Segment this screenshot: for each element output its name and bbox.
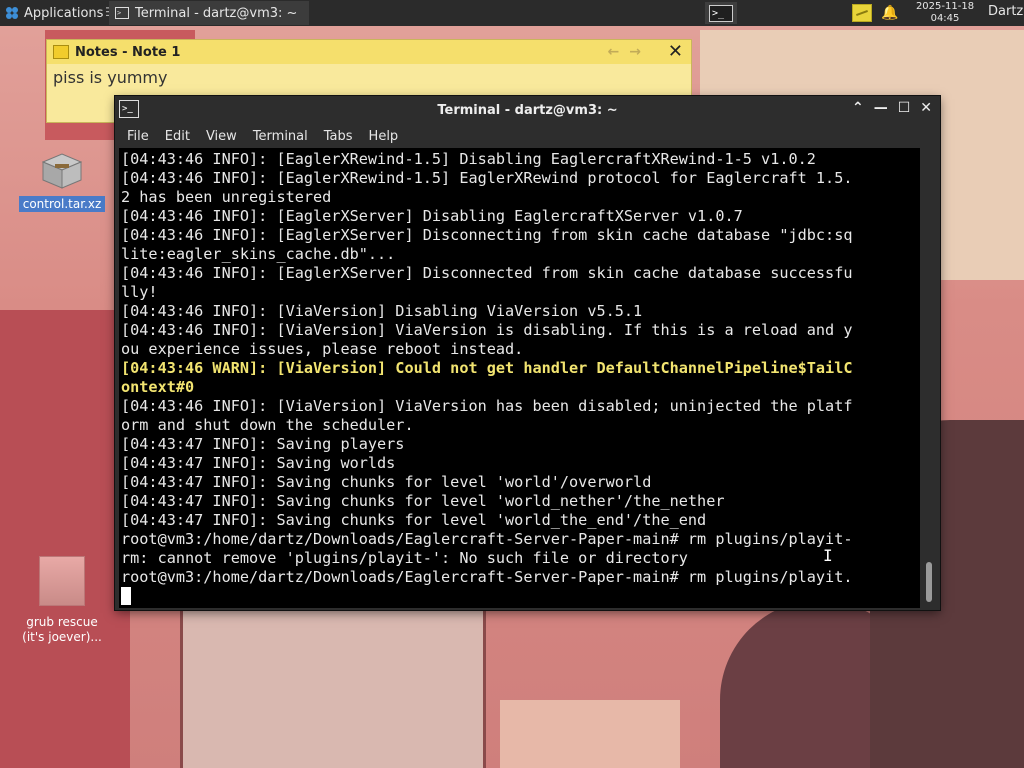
clock[interactable]: 2025-11-18 04:45: [906, 1, 984, 25]
terminal-line: [04:43:46 INFO]: [EaglerXRewind-1.5] Eag…: [121, 169, 853, 187]
window-controls: ⌃ — ☐ ✕: [852, 100, 932, 116]
maximize-icon[interactable]: ☐: [898, 100, 911, 116]
notes-tray-icon[interactable]: [852, 4, 872, 22]
notes-text-area[interactable]: piss is yummy: [47, 64, 691, 91]
terminal-line: ou experience issues, please reboot inst…: [121, 340, 524, 358]
text-cursor-icon: I: [823, 546, 833, 565]
menu-edit[interactable]: Edit: [157, 129, 198, 144]
close-icon[interactable]: ✕: [920, 100, 932, 116]
clock-date: 2025-11-18: [915, 1, 975, 12]
terminal-titlebar[interactable]: >_ Terminal - dartz@vm3: ~ ⌃ — ☐ ✕: [115, 96, 940, 124]
close-icon[interactable]: ✕: [668, 41, 683, 62]
wallpaper-shelf: [0, 310, 130, 768]
taskbar-item-label: Terminal - dartz@vm3: ~: [135, 5, 298, 21]
desktop-icon-grub-rescue[interactable]: grub rescue (it's joever)...: [10, 556, 114, 646]
terminal-line: [04:43:47 INFO]: Saving chunks for level…: [121, 473, 652, 491]
terminal-output: [04:43:46 INFO]: [EaglerXRewind-1.5] Dis…: [119, 148, 920, 606]
notes-nav-arrows-icon[interactable]: ←→: [608, 44, 651, 60]
menu-file[interactable]: File: [119, 129, 157, 144]
applications-icon: [4, 5, 20, 21]
terminal-window[interactable]: >_ Terminal - dartz@vm3: ~ ⌃ — ☐ ✕ File …: [115, 96, 940, 610]
terminal-line: [04:43:47 INFO]: Saving worlds: [121, 454, 396, 472]
terminal-line: root@vm3:/home/dartz/Downloads/Eaglercra…: [121, 530, 853, 548]
desktop-icon-label: control.tar.xz: [18, 196, 106, 212]
terminal-line: 2 has been unregistered: [121, 188, 332, 206]
applications-menu-button[interactable]: Applications: [0, 0, 107, 26]
terminal-cursor: [121, 587, 920, 606]
shade-icon[interactable]: ⌃: [852, 100, 864, 116]
terminal-line: root@vm3:/home/dartz/Downloads/Eaglercra…: [121, 568, 853, 586]
notes-titlebar[interactable]: Notes - Note 1 ←→ ✕: [47, 40, 691, 64]
terminal-scrollbar[interactable]: [921, 148, 936, 608]
menu-help[interactable]: Help: [361, 129, 407, 144]
image-file-icon: [39, 556, 85, 606]
desktop-icon-label: grub rescue (it's joever)...: [22, 615, 102, 644]
terminal-line: [04:43:46 INFO]: [ViaVersion] ViaVersion…: [121, 321, 853, 339]
terminal-icon: >: [115, 7, 129, 19]
terminal-icon: >_: [119, 100, 139, 118]
menu-tabs[interactable]: Tabs: [316, 129, 361, 144]
terminal-line: ontext#0: [121, 378, 195, 396]
archive-icon: [39, 150, 85, 190]
top-panel: Applications ☰ > Terminal - dartz@vm3: ~…: [0, 0, 1024, 26]
terminal-line: [04:43:46 WARN]: [ViaVersion] Could not …: [121, 359, 853, 377]
terminal-line: [04:43:47 INFO]: Saving players: [121, 435, 405, 453]
notification-bell-icon[interactable]: 🔔: [880, 3, 900, 23]
notes-title: Notes - Note 1: [75, 44, 181, 60]
taskbar-item-terminal[interactable]: > Terminal - dartz@vm3: ~: [109, 1, 309, 25]
terminal-launcher-icon: >_: [709, 4, 733, 22]
terminal-line: [04:43:46 INFO]: [EaglerXServer] Disconn…: [121, 226, 853, 244]
scrollbar-thumb[interactable]: [926, 562, 932, 602]
terminal-line: lly!: [121, 283, 158, 301]
note-icon: [53, 45, 69, 59]
applications-label: Applications: [24, 5, 104, 21]
terminal-line: rm: cannot remove 'plugins/playit-': No …: [121, 549, 688, 567]
terminal-line: [04:43:47 INFO]: Saving chunks for level…: [121, 492, 725, 510]
menu-bar: File Edit View Terminal Tabs Help: [115, 124, 940, 148]
menu-view[interactable]: View: [198, 129, 245, 144]
desktop-icon-control-tar[interactable]: control.tar.xz: [14, 150, 110, 212]
minimize-icon[interactable]: —: [874, 100, 888, 116]
user-menu[interactable]: Dartz: [988, 4, 1023, 19]
terminal-line: [04:43:46 INFO]: [ViaVersion] Disabling …: [121, 302, 643, 320]
window-title: Terminal - dartz@vm3: ~: [437, 102, 618, 118]
menu-terminal[interactable]: Terminal: [245, 129, 316, 144]
terminal-line: [04:43:47 INFO]: Saving chunks for level…: [121, 511, 707, 529]
terminal-screen[interactable]: [04:43:46 INFO]: [EaglerXRewind-1.5] Dis…: [119, 148, 920, 608]
terminal-line: [04:43:46 INFO]: [EaglerXServer] Disconn…: [121, 264, 853, 282]
terminal-launcher-button[interactable]: >_: [705, 2, 737, 24]
terminal-line: [04:43:46 INFO]: [ViaVersion] ViaVersion…: [121, 397, 853, 415]
terminal-line: [04:43:46 INFO]: [EaglerXServer] Disabli…: [121, 207, 743, 225]
clock-time: 04:45: [930, 13, 960, 24]
terminal-line: orm and shut down the scheduler.: [121, 416, 414, 434]
terminal-line: lite:eagler_skins_cache.db"...: [121, 245, 396, 263]
terminal-line: [04:43:46 INFO]: [EaglerXRewind-1.5] Dis…: [121, 150, 816, 168]
wallpaper-stripe: [500, 700, 680, 768]
